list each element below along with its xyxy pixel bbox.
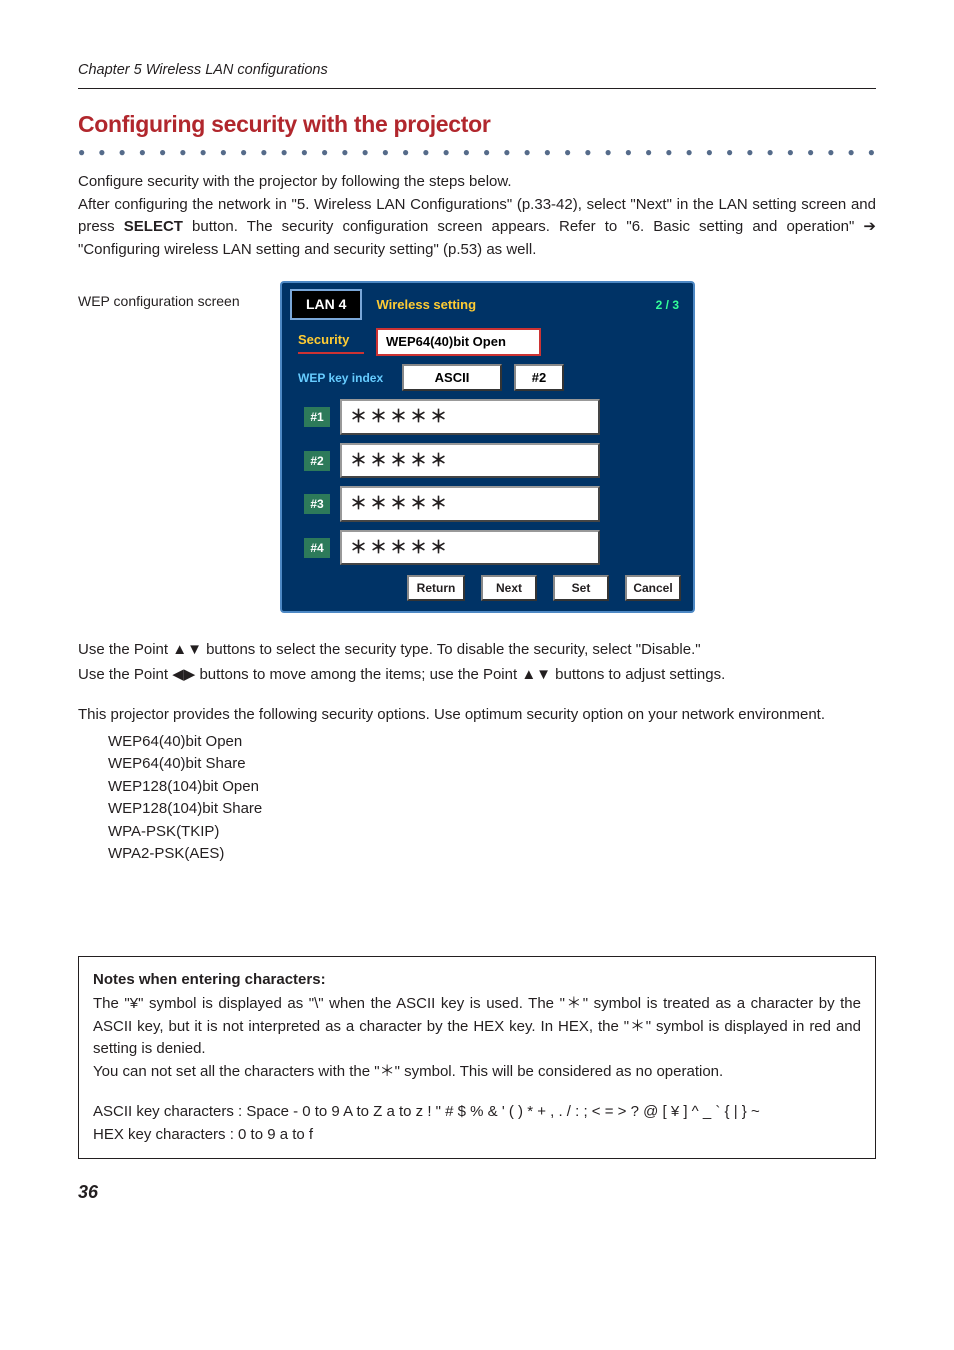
select-word: SELECT <box>124 218 183 235</box>
security-label: Security <box>298 330 364 354</box>
header-rule <box>78 88 876 89</box>
instr1-a: Use the Point <box>78 641 172 658</box>
ascii-field[interactable]: ASCII <box>402 364 502 392</box>
notes-box: Notes when entering characters: The "¥" … <box>78 956 876 1160</box>
wep-key-row: #4 ＊＊＊＊＊ <box>304 530 685 566</box>
note-p2a: You can not set all the characters with … <box>93 1063 380 1080</box>
notes-p2: You can not set all the characters with … <box>93 1061 861 1084</box>
notes-p3: ASCII key characters : Space - 0 to 9 A … <box>93 1101 861 1124</box>
return-button[interactable]: Return <box>407 575 465 601</box>
key-index-badge: #2 <box>304 451 330 471</box>
dotted-rule: ●●●●●●●●●● ●●●●●●●●●● ●●●●●●●●●● ●●●●●●●… <box>78 143 876 161</box>
key-input[interactable]: ＊＊＊＊＊ <box>340 530 600 566</box>
intro-text-c: "Configuring wireless LAN setting and se… <box>78 241 536 258</box>
instr1-b: buttons to select the security type. To … <box>202 641 701 658</box>
page-title: Configuring security with the projector <box>78 107 876 142</box>
osd-page-indicator: 2 / 3 <box>656 296 685 314</box>
asterisk-icon: ＊ <box>565 995 583 1012</box>
cancel-button[interactable]: Cancel <box>625 575 681 601</box>
intro-para: After configuring the network in "5. Wir… <box>78 194 876 262</box>
list-item: WPA-PSK(TKIP) <box>108 821 876 844</box>
instr2-a: Use the Point <box>78 666 172 683</box>
key-input[interactable]: ＊＊＊＊＊ <box>340 486 600 522</box>
note-p1a: The "¥" symbol is displayed as "\" when … <box>93 995 565 1012</box>
intro-line1: Configure security with the projector by… <box>78 171 876 194</box>
security-value[interactable]: WEP64(40)bit Open <box>376 328 541 356</box>
key-index-badge: #3 <box>304 494 330 514</box>
asterisk-icon: ＊ <box>380 1063 395 1080</box>
updown-icon: ▲▼ <box>521 666 551 683</box>
instruction-1: Use the Point ▲▼ buttons to select the s… <box>78 639 876 662</box>
wep-key-row: #2 ＊＊＊＊＊ <box>304 443 685 479</box>
security-options-list: WEP64(40)bit Open WEP64(40)bit Share WEP… <box>108 731 876 866</box>
asterisk-icon: ＊ <box>629 1018 646 1035</box>
note-p2b: " symbol. This will be considered as no … <box>395 1063 724 1080</box>
key-index-badge: #1 <box>304 407 330 427</box>
wep-config-label: WEP configuration screen <box>78 281 258 613</box>
next-button[interactable]: Next <box>481 575 537 601</box>
osd-title: Wireless setting <box>376 295 641 315</box>
wep-key-row: #1 ＊＊＊＊＊ <box>304 399 685 435</box>
osd-panel: LAN 4 Wireless setting 2 / 3 Security WE… <box>280 281 695 613</box>
notes-p1: The "¥" symbol is displayed as "\" when … <box>93 993 861 1061</box>
updown-icon: ▲▼ <box>172 641 202 658</box>
list-item: WEP64(40)bit Share <box>108 753 876 776</box>
lan-tab[interactable]: LAN 4 <box>290 289 362 320</box>
list-item: WEP128(104)bit Share <box>108 798 876 821</box>
intro-text-b: button. The security configuration scree… <box>183 218 863 235</box>
instruction-2: Use the Point ◀▶ buttons to move among t… <box>78 664 876 687</box>
wep-key-row: #3 ＊＊＊＊＊ <box>304 486 685 522</box>
list-item: WEP64(40)bit Open <box>108 731 876 754</box>
chapter-header: Chapter 5 Wireless LAN configurations <box>78 60 876 82</box>
instr2-c: buttons to adjust settings. <box>551 666 725 683</box>
wep-keys: #1 ＊＊＊＊＊ #2 ＊＊＊＊＊ #3 ＊＊＊＊＊ #4 ＊＊＊＊＊ <box>304 399 685 565</box>
key-input[interactable]: ＊＊＊＊＊ <box>340 443 600 479</box>
key-input[interactable]: ＊＊＊＊＊ <box>340 399 600 435</box>
list-item: WEP128(104)bit Open <box>108 776 876 799</box>
page-number: 36 <box>78 1179 876 1206</box>
options-intro: This projector provides the following se… <box>78 704 876 727</box>
leftright-icon: ◀▶ <box>172 666 195 683</box>
key-index-badge: #4 <box>304 538 330 558</box>
set-button[interactable]: Set <box>553 575 609 601</box>
wepkey-label: WEP key index <box>298 369 390 387</box>
instr2-b: buttons to move among the items; use the… <box>195 666 521 683</box>
keyindex-field[interactable]: #2 <box>514 364 564 392</box>
notes-p4: HEX key characters : 0 to 9 a to f <box>93 1124 861 1147</box>
list-item: WPA2-PSK(AES) <box>108 843 876 866</box>
arrow-icon: ➔ <box>863 218 876 235</box>
notes-title: Notes when entering characters: <box>93 969 861 992</box>
